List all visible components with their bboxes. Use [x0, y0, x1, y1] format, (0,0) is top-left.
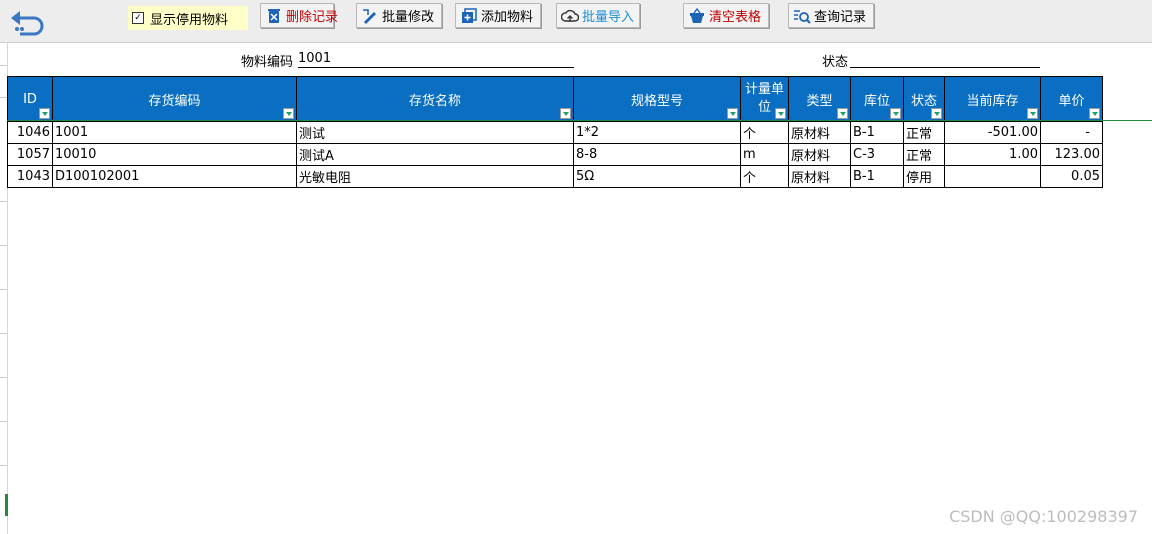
- cell-type[interactable]: 原材料: [788, 143, 851, 166]
- inventory-table: ID 存货编码 存货名称 规格型号 计量单位 类型 库位 状态 当前库存 单价 …: [7, 76, 1103, 188]
- grid-line: [0, 201, 7, 202]
- cell-price[interactable]: 123.00: [1040, 143, 1103, 166]
- pencil-ruler-icon: [363, 8, 376, 24]
- grid-line: [0, 65, 7, 66]
- show-disabled-checkbox[interactable]: ✓ 显示停用物料: [128, 6, 248, 30]
- cell-stock[interactable]: -501.00: [944, 121, 1041, 144]
- header-status: 状态: [903, 76, 945, 122]
- grid-line: [0, 333, 7, 334]
- filter-dropdown-icon[interactable]: [1027, 108, 1038, 119]
- cell-price[interactable]: -: [1040, 121, 1103, 144]
- search-list-icon: [794, 9, 811, 24]
- trash-icon: [268, 8, 280, 23]
- cell-name[interactable]: 光敏电阻: [296, 165, 574, 188]
- cell-location[interactable]: B-1: [850, 165, 904, 188]
- cell-id[interactable]: 1043: [7, 165, 53, 188]
- header-spec: 规格型号: [573, 76, 741, 122]
- basket-icon: [690, 7, 704, 23]
- watermark: CSDN @QQ:100298397: [949, 507, 1138, 526]
- query-label: 查询记录: [814, 10, 867, 25]
- header-price: 单价: [1040, 76, 1103, 122]
- delete-label: 删除记录: [286, 10, 339, 25]
- cell-name[interactable]: 测试: [296, 121, 574, 144]
- cell-spec[interactable]: 8-8: [573, 143, 741, 166]
- import-button[interactable]: 批量导入: [556, 3, 640, 28]
- filter-dropdown-icon[interactable]: [39, 108, 50, 119]
- back-arrow-icon[interactable]: [8, 8, 48, 36]
- cell-price[interactable]: 0.05: [1040, 165, 1103, 188]
- show-disabled-label: 显示停用物料: [150, 12, 229, 28]
- active-row-marker: [5, 494, 8, 516]
- import-label: 批量导入: [582, 10, 635, 25]
- clear-label: 清空表格: [709, 10, 762, 25]
- grid-line: [0, 465, 7, 466]
- cell-spec[interactable]: 1*2: [573, 121, 741, 144]
- selection-row-line: [7, 120, 1152, 121]
- material-code-label: 物料编码: [241, 55, 294, 70]
- checkbox-mark[interactable]: ✓: [132, 12, 144, 24]
- cell-code[interactable]: D100102001: [52, 165, 297, 188]
- header-id: ID: [7, 76, 53, 122]
- cell-location[interactable]: B-1: [850, 121, 904, 144]
- add-button[interactable]: 添加物料: [455, 3, 541, 28]
- batch-edit-button[interactable]: 批量修改: [356, 3, 442, 28]
- cell-unit[interactable]: 个: [740, 121, 789, 144]
- table-row: 1043 D100102001 光敏电阻 5Ω 个 原材料 B-1 停用 0.0…: [7, 165, 1103, 188]
- clear-button[interactable]: 清空表格: [683, 3, 769, 28]
- status-input[interactable]: [850, 51, 1040, 68]
- status-label: 状态: [822, 55, 849, 70]
- cell-location[interactable]: C-3: [850, 143, 904, 166]
- cell-unit[interactable]: 个: [740, 165, 789, 188]
- filter-dropdown-icon[interactable]: [890, 108, 901, 119]
- delete-button[interactable]: 删除记录: [260, 3, 338, 28]
- header-location: 库位: [850, 76, 904, 122]
- batch-edit-label: 批量修改: [382, 10, 435, 25]
- material-code-input[interactable]: 1001: [298, 51, 574, 68]
- add-label: 添加物料: [481, 10, 534, 25]
- toolbar: ✓ 显示停用物料 删除记录 批量修改 添加物料 批量导入 清空表格 查询记录: [0, 0, 1152, 43]
- cell-status[interactable]: 正常: [903, 143, 945, 166]
- table-row: 1057 10010 测试A 8-8 m 原材料 C-3 正常 1.00 123…: [7, 143, 1103, 166]
- filter-dropdown-icon[interactable]: [1089, 108, 1100, 119]
- grid-line: [0, 245, 7, 246]
- grid-line: [0, 377, 7, 378]
- header-code: 存货编码: [52, 76, 297, 122]
- cloud-upload-icon: [561, 9, 579, 22]
- header-stock: 当前库存: [944, 76, 1041, 122]
- filter-dropdown-icon[interactable]: [727, 108, 738, 119]
- add-item-icon: [462, 7, 477, 23]
- filter-dropdown-icon[interactable]: [775, 108, 786, 119]
- filter-dropdown-icon[interactable]: [931, 108, 942, 119]
- grid-line: [0, 421, 7, 422]
- cell-unit[interactable]: m: [740, 143, 789, 166]
- header-name: 存货名称: [296, 76, 574, 122]
- filter-dropdown-icon[interactable]: [283, 108, 294, 119]
- header-unit: 计量单位: [740, 76, 789, 122]
- cell-type[interactable]: 原材料: [788, 121, 851, 144]
- cell-stock[interactable]: [944, 165, 1041, 188]
- filter-dropdown-icon[interactable]: [560, 108, 571, 119]
- cell-code[interactable]: 1001: [52, 121, 297, 144]
- filter-dropdown-icon[interactable]: [837, 108, 848, 119]
- table-row: 1046 1001 测试 1*2 个 原材料 B-1 正常 -501.00 -: [7, 121, 1103, 144]
- grid-line: [0, 289, 7, 290]
- cell-stock[interactable]: 1.00: [944, 143, 1041, 166]
- query-button[interactable]: 查询记录: [788, 3, 874, 28]
- cell-spec[interactable]: 5Ω: [573, 165, 741, 188]
- grid-line: [0, 97, 7, 98]
- cell-name[interactable]: 测试A: [296, 143, 574, 166]
- cell-code[interactable]: 10010: [52, 143, 297, 166]
- cell-status[interactable]: 停用: [903, 165, 945, 188]
- cell-type[interactable]: 原材料: [788, 165, 851, 188]
- cell-status[interactable]: 正常: [903, 121, 945, 144]
- cell-id[interactable]: 1046: [7, 121, 53, 144]
- cell-id[interactable]: 1057: [7, 143, 53, 166]
- header-type: 类型: [788, 76, 851, 122]
